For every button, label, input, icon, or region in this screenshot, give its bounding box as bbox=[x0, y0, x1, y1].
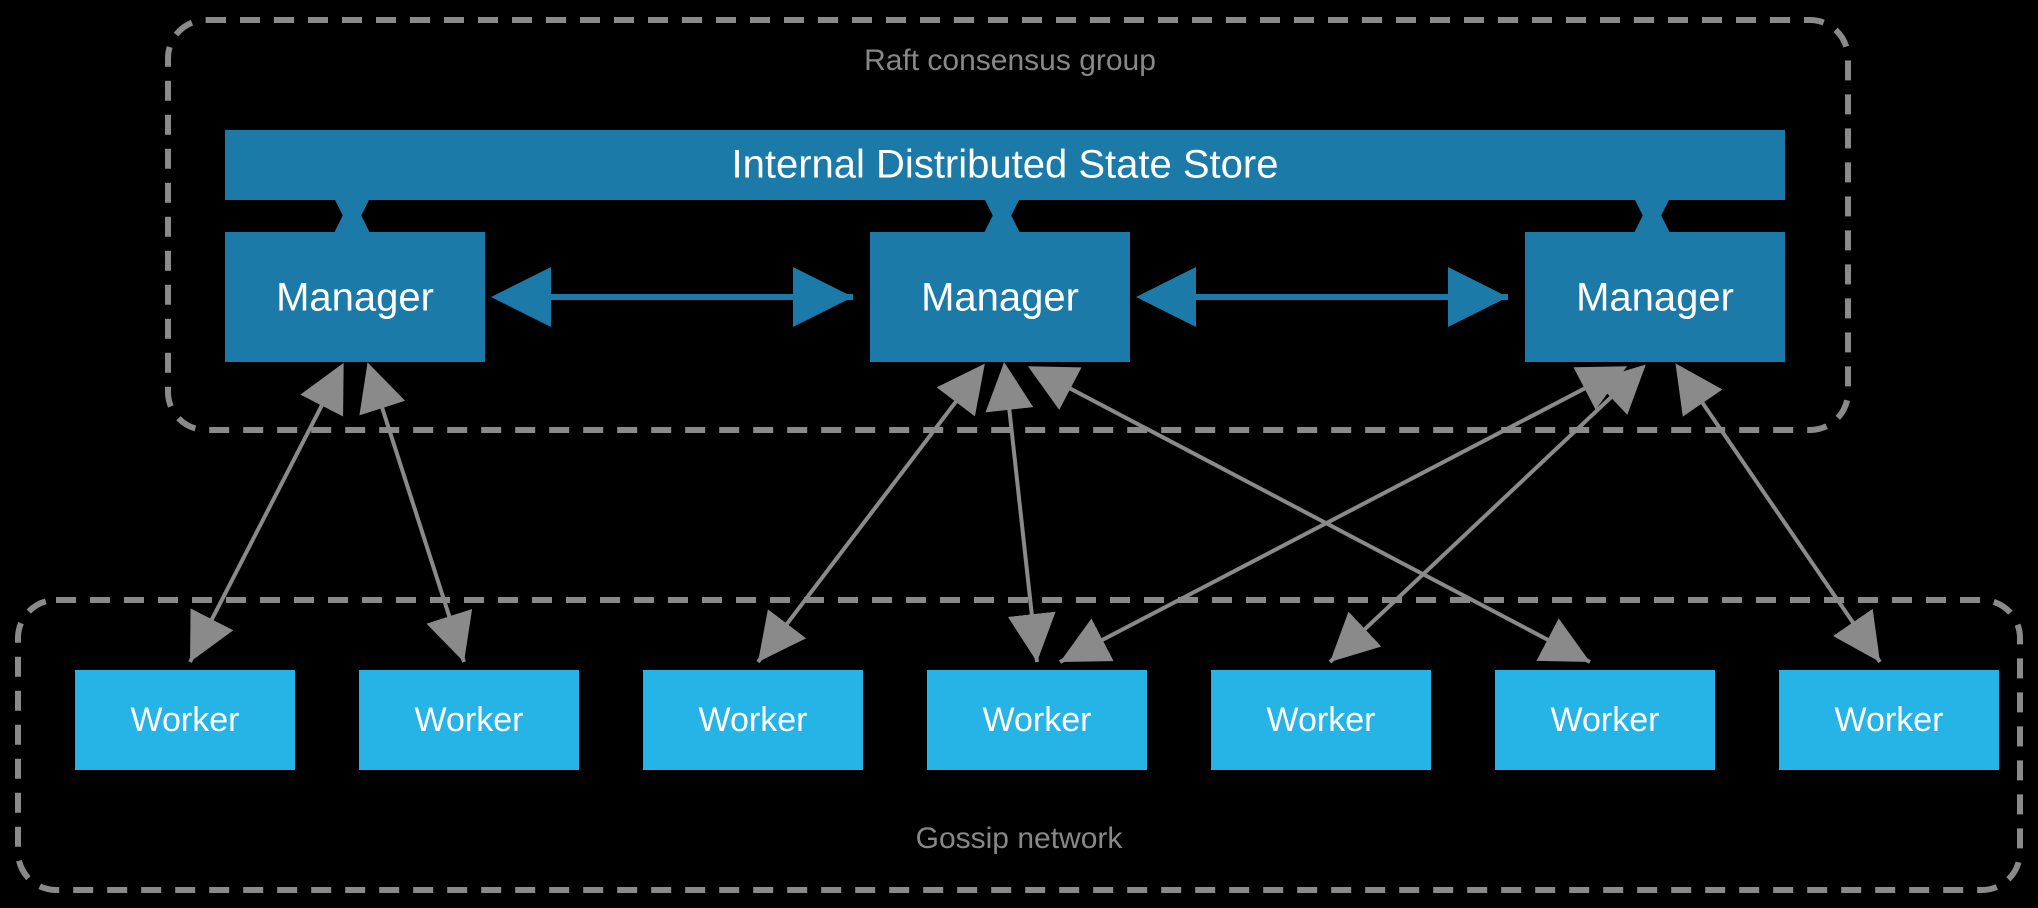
mgr0-wkr0-link bbox=[190, 370, 340, 662]
raft-group-border bbox=[168, 20, 1848, 430]
manager-label-1: Manager bbox=[921, 276, 1079, 320]
mgr1-wkr2-link bbox=[758, 370, 980, 662]
gossip-group-title: Gossip network bbox=[916, 822, 1124, 855]
mgr2-wkr6-link bbox=[1680, 370, 1880, 662]
mgr1-wkr5-link bbox=[1035, 370, 1590, 662]
diagram-svg: Raft consensus group Internal Distribute… bbox=[0, 0, 2038, 908]
worker-label-4: Worker bbox=[1267, 701, 1376, 739]
manager-label-2: Manager bbox=[1576, 276, 1734, 320]
worker-label-6: Worker bbox=[1835, 701, 1944, 739]
raft-group-title: Raft consensus group bbox=[864, 44, 1156, 77]
manager-label-0: Manager bbox=[276, 276, 434, 320]
mgr0-wkr1-link bbox=[370, 370, 464, 662]
worker-label-1: Worker bbox=[415, 701, 524, 739]
worker-label-2: Worker bbox=[699, 701, 808, 739]
mgr2-wkr3-link bbox=[1060, 370, 1620, 662]
worker-label-0: Worker bbox=[131, 701, 240, 739]
worker-label-5: Worker bbox=[1551, 701, 1660, 739]
worker-label-3: Worker bbox=[983, 701, 1092, 739]
mgr2-wkr4-link bbox=[1330, 370, 1640, 662]
mgr1-wkr3-link bbox=[1005, 370, 1037, 662]
state-store-label: Internal Distributed State Store bbox=[732, 143, 1279, 187]
